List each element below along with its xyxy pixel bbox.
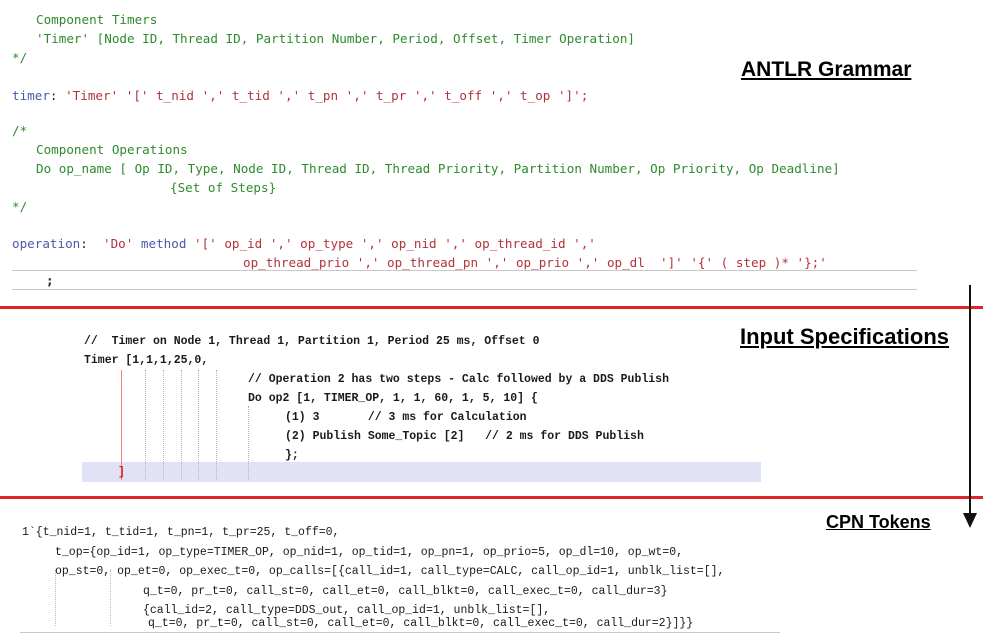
rule-name-operation: operation [12, 236, 81, 251]
input-line: (2) Publish Some_Topic [2] // 2 ms for D… [285, 430, 644, 443]
input-line: Timer [1,1,1,25,0, [84, 354, 209, 367]
indent-guide [216, 370, 217, 480]
section-divider [0, 306, 983, 309]
editor-line-separator [12, 270, 917, 271]
editor-line-separator [12, 289, 917, 290]
indent-guide [248, 406, 249, 480]
grammar-comment-line: Do op_name [ Op ID, Type, Node ID, Threa… [36, 161, 840, 176]
input-closing-bracket: ] [118, 466, 125, 479]
token-line: t_op={op_id=1, op_type=TIMER_OP, op_nid=… [55, 545, 684, 559]
heading-input-specifications: Input Specifications [740, 324, 950, 349]
grammar-operation-rule: operation: 'Do' method '[' op_id ',' op_… [12, 236, 596, 251]
input-line: Do op2 [1, TIMER_OP, 1, 1, 60, 1, 5, 10]… [248, 392, 538, 405]
token-line: op_st=0, op_et=0, op_exec_t=0, op_calls=… [55, 565, 725, 578]
grammar-comment-line: /* [12, 123, 28, 138]
down-arrow-icon [963, 285, 977, 528]
heading-antlr-grammar: ANTLR Grammar [741, 58, 912, 81]
heading-cpn-tokens: CPN Tokens [826, 512, 931, 532]
input-line: // Operation 2 has two steps - Calc foll… [248, 373, 669, 386]
input-line: }; [285, 449, 299, 462]
token-line: q_t=0, pr_t=0, call_st=0, call_et=0, cal… [148, 617, 694, 630]
grammar-comment-line: Component Operations [36, 142, 188, 157]
grammar-comment-line: {Set of Steps} [170, 180, 277, 195]
grammar-comment-line: 'Timer' [Node ID, Thread ID, Partition N… [36, 31, 635, 46]
token-line: 1`{t_nid=1, t_tid=1, t_pn=1, t_pr=25, t_… [22, 526, 340, 539]
editor-line-separator [20, 632, 780, 633]
section-divider [0, 496, 983, 499]
rule-name-timer: timer [12, 88, 50, 103]
indent-guide [145, 370, 146, 480]
grammar-comment-line: */ [12, 199, 28, 214]
grammar-semicolon: ; [46, 273, 54, 288]
current-line-highlight [82, 462, 761, 482]
token-line: q_t=0, pr_t=0, call_st=0, call_et=0, cal… [143, 584, 668, 598]
input-line: (1) 3 // 3 ms for Calculation [285, 411, 527, 424]
indent-guide [181, 370, 182, 480]
grammar-timer-rule: timer: 'Timer' '[' t_nid ',' t_tid ',' t… [12, 88, 589, 103]
grammar-comment-line: */ [12, 50, 28, 65]
indent-guide [198, 370, 199, 480]
grammar-comment-line: Component Timers [36, 12, 158, 27]
input-line: // Timer on Node 1, Thread 1, Partition … [84, 335, 540, 348]
indent-guide [163, 370, 164, 480]
